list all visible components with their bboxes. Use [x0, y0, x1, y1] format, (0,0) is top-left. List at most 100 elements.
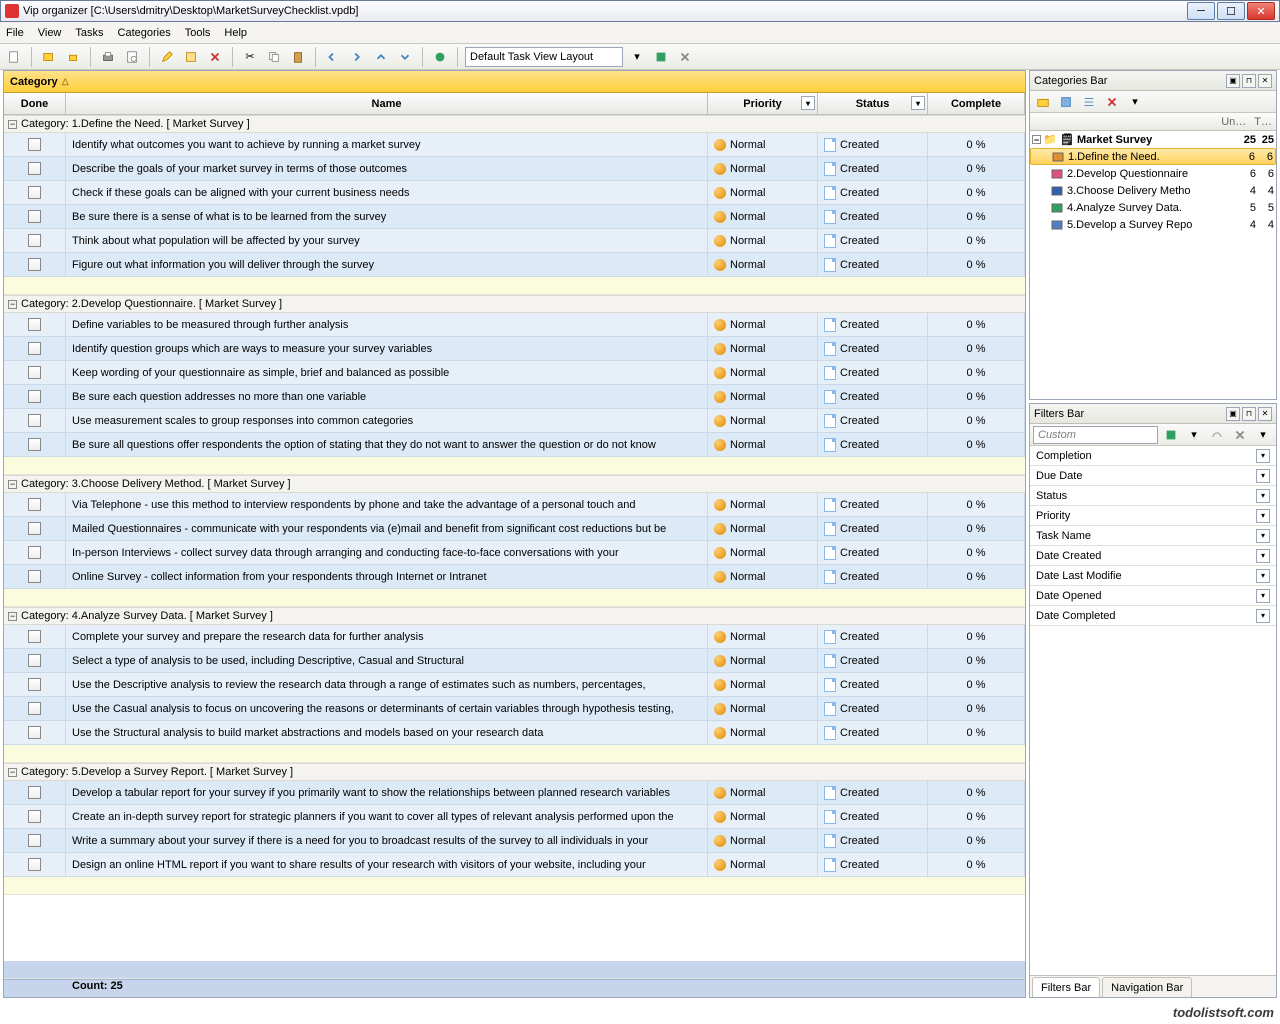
cat-more-icon[interactable]: ▾: [1125, 92, 1145, 112]
task-row[interactable]: Via Telephone - use this method to inter…: [4, 493, 1025, 517]
new-file-icon[interactable]: [4, 47, 24, 67]
task-row[interactable]: Keep wording of your questionnaire as si…: [4, 361, 1025, 385]
col-status[interactable]: Status▾: [818, 93, 928, 114]
filter-dropdown-icon[interactable]: ▾: [801, 96, 815, 110]
done-checkbox[interactable]: [28, 366, 41, 379]
tab-navigation[interactable]: Navigation Bar: [1102, 977, 1192, 997]
done-checkbox[interactable]: [28, 162, 41, 175]
task-row[interactable]: Be sure there is a sense of what is to b…: [4, 205, 1025, 229]
move-up-icon[interactable]: [371, 47, 391, 67]
delete-layout-icon[interactable]: [675, 47, 695, 67]
cat-edit-icon[interactable]: [1056, 92, 1076, 112]
dropdown-icon[interactable]: ▾: [1256, 489, 1270, 503]
panel-restore-icon[interactable]: ▣: [1226, 407, 1240, 421]
cat-delete-icon[interactable]: [1102, 92, 1122, 112]
menu-help[interactable]: Help: [224, 27, 247, 39]
minimize-button[interactable]: ─: [1187, 2, 1215, 20]
filter-field[interactable]: Priority▾: [1030, 506, 1276, 526]
dropdown-icon[interactable]: ▾: [1256, 469, 1270, 483]
menu-tasks[interactable]: Tasks: [75, 27, 103, 39]
done-checkbox[interactable]: [28, 390, 41, 403]
cat-new-icon[interactable]: [1033, 92, 1053, 112]
col-name[interactable]: Name: [66, 93, 708, 114]
task-row[interactable]: Identify question groups which are ways …: [4, 337, 1025, 361]
panel-close-icon[interactable]: ✕: [1258, 407, 1272, 421]
task-row[interactable]: Identify what outcomes you want to achie…: [4, 133, 1025, 157]
save-layout-icon[interactable]: [651, 47, 671, 67]
done-checkbox[interactable]: [28, 342, 41, 355]
task-row[interactable]: Develop a tabular report for your survey…: [4, 781, 1025, 805]
filter-clear-icon[interactable]: [1207, 425, 1227, 445]
copy-icon[interactable]: [264, 47, 284, 67]
categories-tree[interactable]: −📁🗒Market Survey25251.Define the Need.66…: [1030, 131, 1276, 399]
outdent-icon[interactable]: [323, 47, 343, 67]
done-checkbox[interactable]: [28, 726, 41, 739]
done-checkbox[interactable]: [28, 810, 41, 823]
task-row[interactable]: Select a type of analysis to be used, in…: [4, 649, 1025, 673]
refresh-icon[interactable]: [430, 47, 450, 67]
menu-tools[interactable]: Tools: [185, 27, 211, 39]
dropdown-icon[interactable]: ▾: [1256, 549, 1270, 563]
col-complete[interactable]: Complete: [928, 93, 1025, 114]
dropdown-icon[interactable]: ▾: [1256, 569, 1270, 583]
tree-root[interactable]: −📁🗒Market Survey2525: [1030, 131, 1276, 148]
print-icon[interactable]: [98, 47, 118, 67]
filter-dropdown-icon[interactable]: ▾: [1184, 425, 1204, 445]
done-checkbox[interactable]: [28, 786, 41, 799]
task-row[interactable]: Describe the goals of your market survey…: [4, 157, 1025, 181]
task-row[interactable]: Check if these goals can be aligned with…: [4, 181, 1025, 205]
done-checkbox[interactable]: [28, 570, 41, 583]
task-row[interactable]: Be sure all questions offer respondents …: [4, 433, 1025, 457]
collapse-icon[interactable]: −: [1032, 135, 1041, 144]
collapse-icon[interactable]: −: [8, 480, 17, 489]
menu-file[interactable]: File: [6, 27, 24, 39]
preview-icon[interactable]: [122, 47, 142, 67]
category-row[interactable]: −Category: 3.Choose Delivery Method. [ M…: [4, 475, 1025, 493]
collapse-icon[interactable]: −: [8, 300, 17, 309]
done-checkbox[interactable]: [28, 630, 41, 643]
panel-restore-icon[interactable]: ▣: [1226, 74, 1240, 88]
new-task-icon[interactable]: [39, 47, 59, 67]
delete-icon[interactable]: [205, 47, 225, 67]
category-row[interactable]: −Category: 2.Develop Questionnaire. [ Ma…: [4, 295, 1025, 313]
col-done[interactable]: Done: [4, 93, 66, 114]
task-row[interactable]: Use measurement scales to group response…: [4, 409, 1025, 433]
done-checkbox[interactable]: [28, 414, 41, 427]
collapse-icon[interactable]: −: [8, 768, 17, 777]
tree-item[interactable]: 1.Define the Need.66: [1030, 148, 1276, 165]
filter-field[interactable]: Due Date▾: [1030, 466, 1276, 486]
task-row[interactable]: Write a summary about your survey if the…: [4, 829, 1025, 853]
filter-field[interactable]: Date Created▾: [1030, 546, 1276, 566]
filter-field[interactable]: Date Opened▾: [1030, 586, 1276, 606]
task-row[interactable]: Think about what population will be affe…: [4, 229, 1025, 253]
dropdown-icon[interactable]: ▾: [1256, 509, 1270, 523]
done-checkbox[interactable]: [28, 498, 41, 511]
done-checkbox[interactable]: [28, 318, 41, 331]
task-row[interactable]: Mailed Questionnaires - communicate with…: [4, 517, 1025, 541]
filter-save-icon[interactable]: [1161, 425, 1181, 445]
task-row[interactable]: Complete your survey and prepare the res…: [4, 625, 1025, 649]
task-row[interactable]: Create an in-depth survey report for str…: [4, 805, 1025, 829]
done-checkbox[interactable]: [28, 702, 41, 715]
done-checkbox[interactable]: [28, 438, 41, 451]
dropdown-icon[interactable]: ▾: [1256, 589, 1270, 603]
grid-body[interactable]: −Category: 1.Define the Need. [ Market S…: [4, 115, 1025, 961]
filter-field[interactable]: Task Name▾: [1030, 526, 1276, 546]
new-subtask-icon[interactable]: [63, 47, 83, 67]
tab-filters[interactable]: Filters Bar: [1032, 977, 1100, 997]
task-row[interactable]: Be sure each question addresses no more …: [4, 385, 1025, 409]
category-row[interactable]: −Category: 5.Develop a Survey Report. [ …: [4, 763, 1025, 781]
done-checkbox[interactable]: [28, 654, 41, 667]
cat-list-icon[interactable]: [1079, 92, 1099, 112]
done-checkbox[interactable]: [28, 522, 41, 535]
tree-item[interactable]: 3.Choose Delivery Metho44: [1030, 182, 1276, 199]
layout-selector[interactable]: Default Task View Layout: [465, 47, 623, 67]
done-checkbox[interactable]: [28, 210, 41, 223]
panel-pin-icon[interactable]: ⊓: [1242, 74, 1256, 88]
dropdown-icon[interactable]: ▾: [1256, 529, 1270, 543]
close-button[interactable]: ✕: [1247, 2, 1275, 20]
panel-close-icon[interactable]: ✕: [1258, 74, 1272, 88]
task-row[interactable]: Use the Structural analysis to build mar…: [4, 721, 1025, 745]
done-checkbox[interactable]: [28, 834, 41, 847]
done-checkbox[interactable]: [28, 546, 41, 559]
